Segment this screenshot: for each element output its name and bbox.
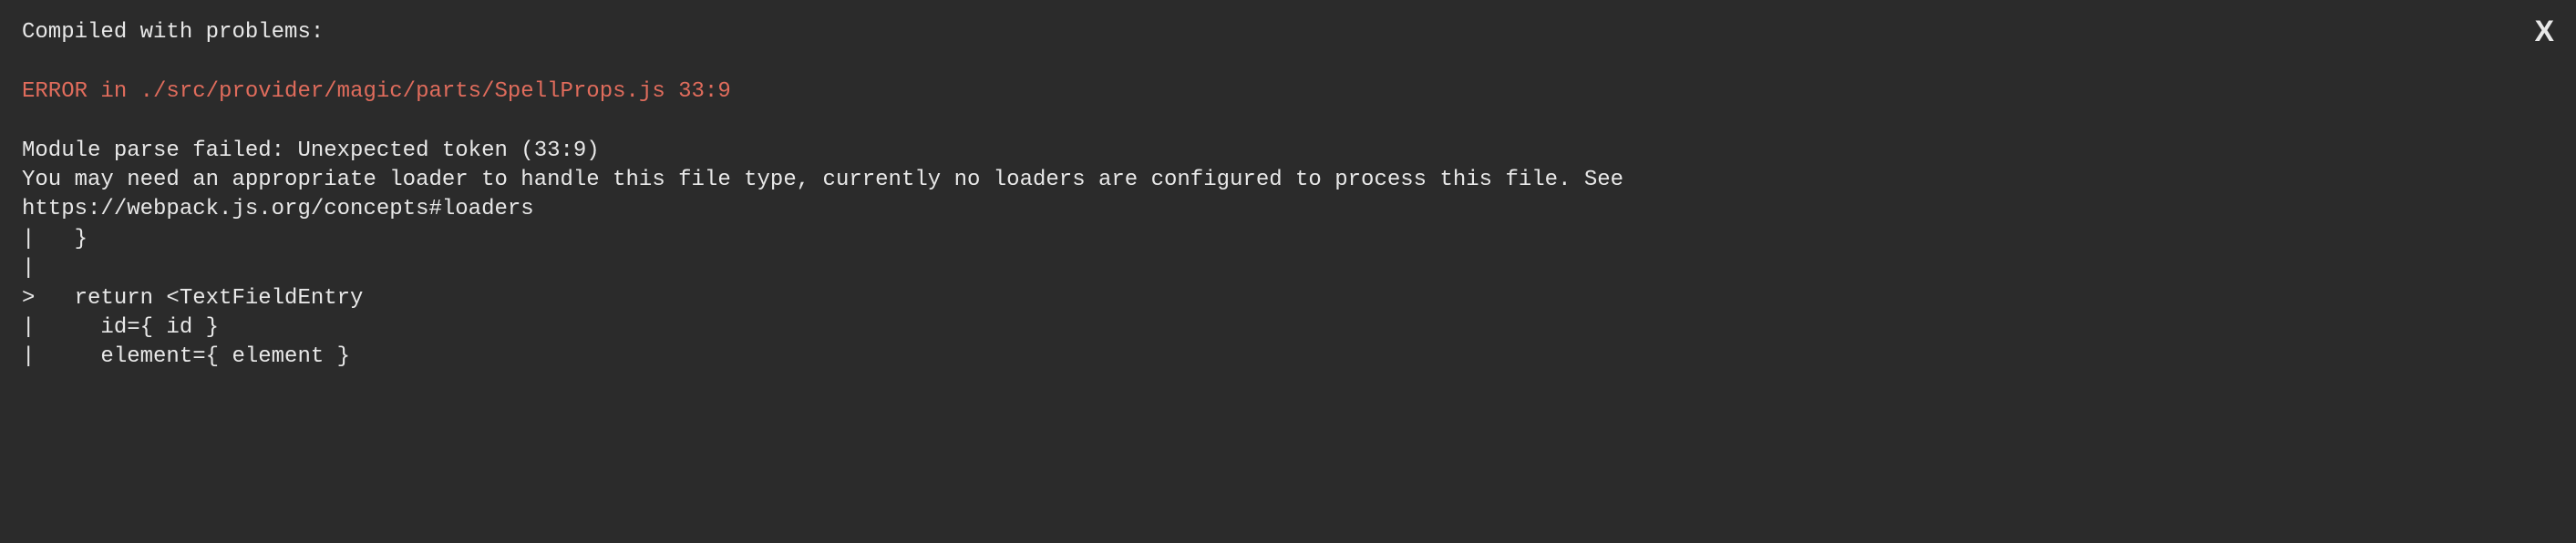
compile-heading: Compiled with problems:	[22, 18, 2554, 47]
error-code-snippet: | } | > return <TextFieldEntry | id={ id…	[22, 225, 2554, 373]
close-button[interactable]: X	[2535, 16, 2554, 46]
error-prefix: ERROR in	[22, 79, 140, 104]
error-location-line: ERROR in ./src/provider/magic/parts/Spel…	[22, 77, 2554, 107]
error-file-location: ./src/provider/magic/parts/SpellProps.js…	[140, 79, 731, 104]
error-message: Module parse failed: Unexpected token (3…	[22, 137, 2554, 225]
